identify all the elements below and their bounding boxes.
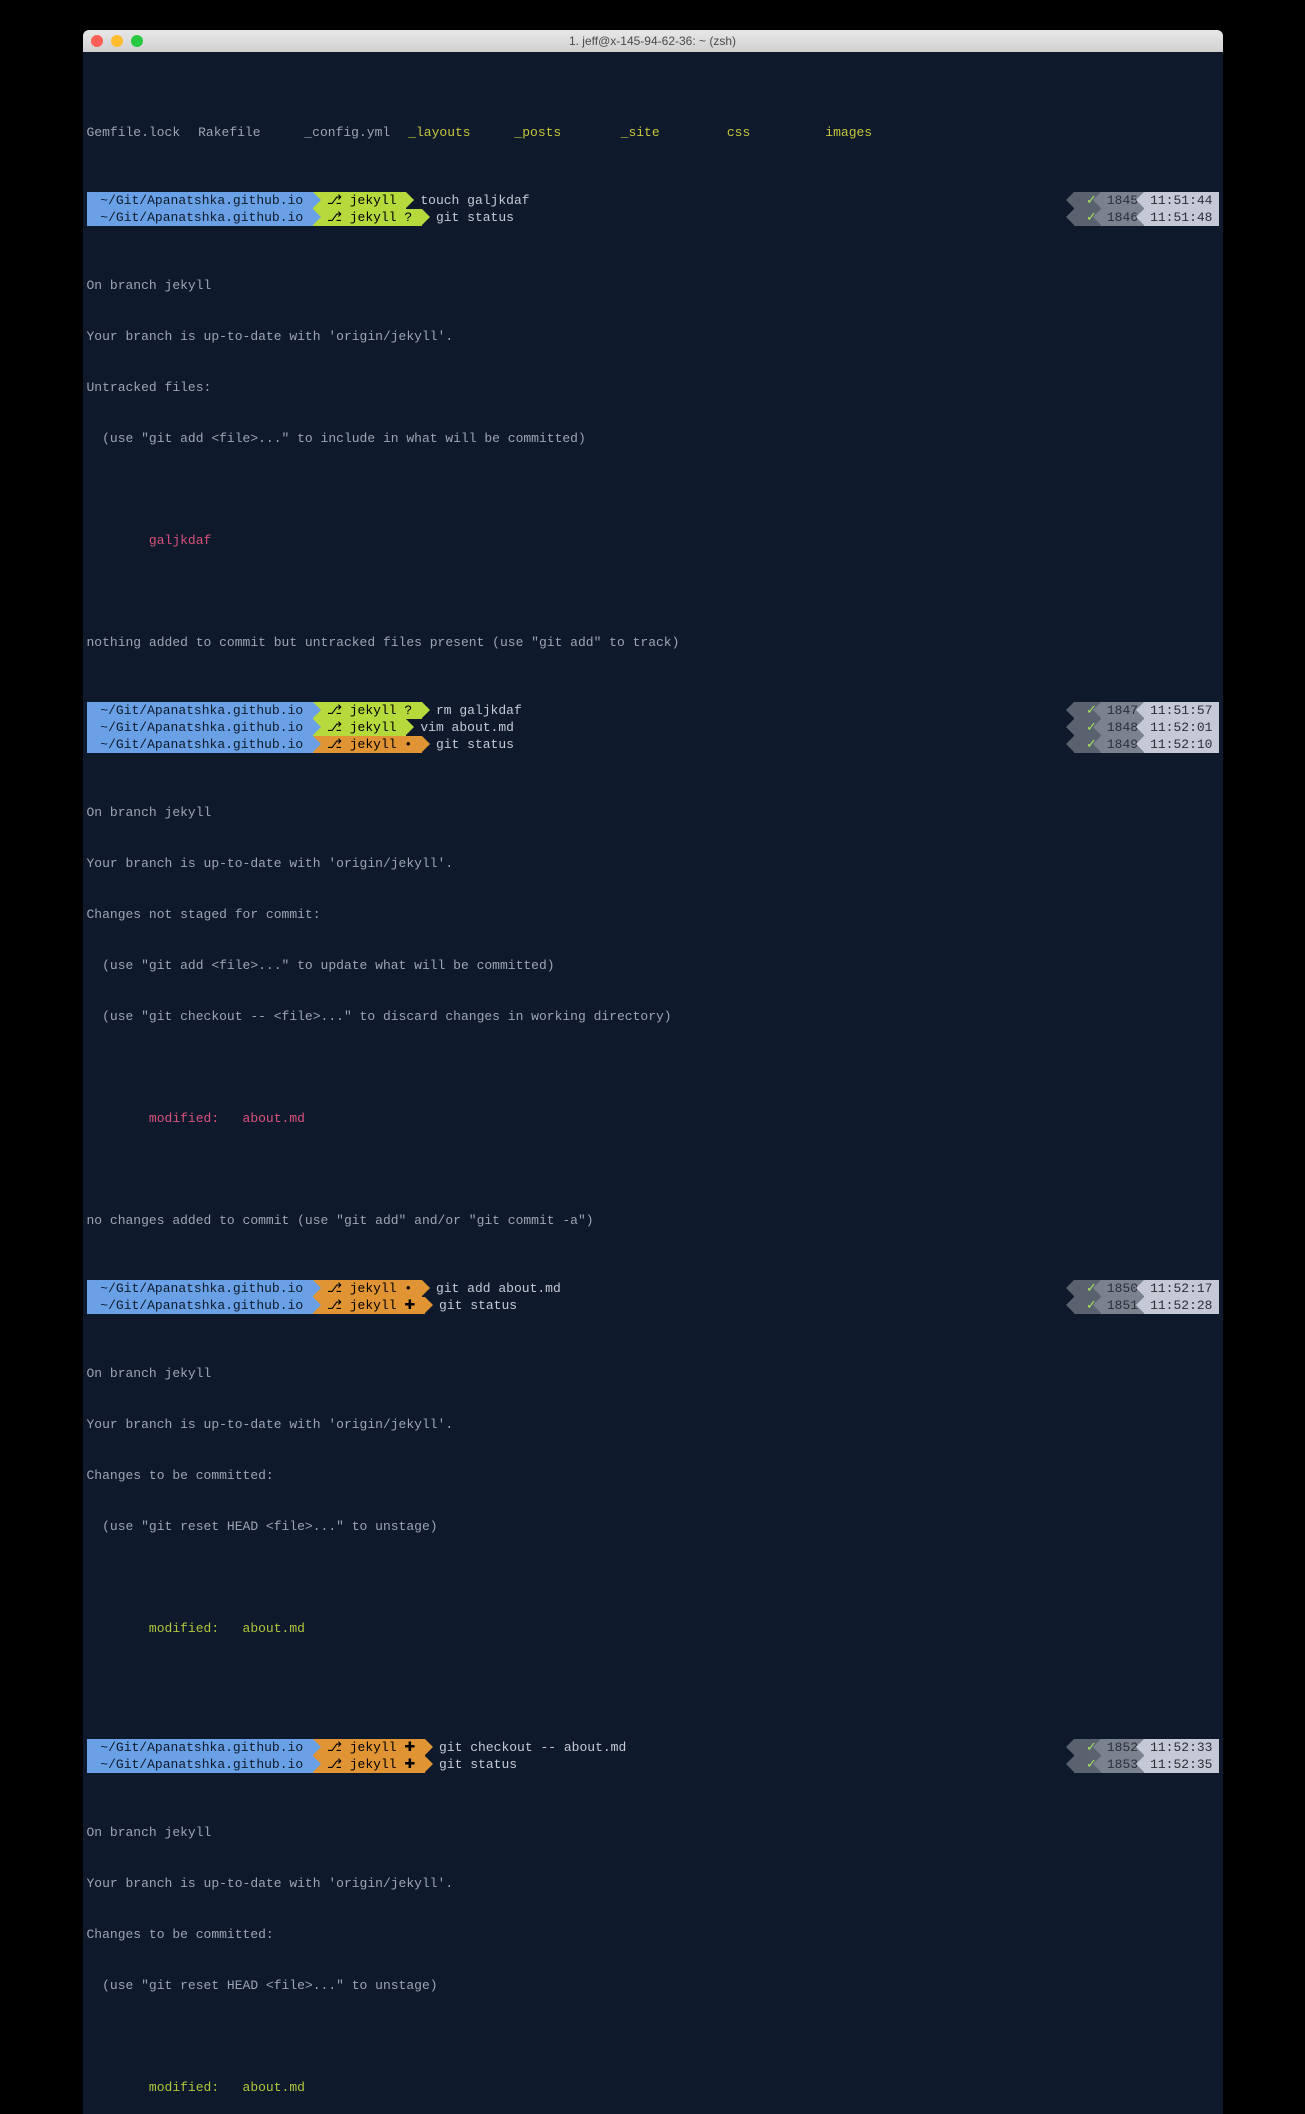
prompt-line: ~/Git/Apanatshka.github.io ⎇ jekyll • gi… <box>83 736 1223 753</box>
prompt-line: ~/Git/Apanatshka.github.io ⎇ jekyll • gi… <box>83 1280 1223 1297</box>
prompt-line: ~/Git/Apanatshka.github.io ⎇ jekyll ? rm… <box>83 702 1223 719</box>
timestamp: 11:51:48 <box>1144 209 1218 226</box>
path-segment: ~/Git/Apanatshka.github.io <box>87 1756 313 1773</box>
output-line: (use "git checkout -- <file>..." to disc… <box>83 1008 1223 1025</box>
timestamp: 11:52:35 <box>1144 1756 1218 1773</box>
path-segment: ~/Git/Apanatshka.github.io <box>87 192 313 209</box>
right-status: ✓185211:52:33 <box>1074 1739 1219 1756</box>
branch-segment: ⎇ jekyll ✚ <box>313 1297 425 1314</box>
command-text: git status <box>425 1297 517 1314</box>
terminal-window: 1. jeff@x-145-94-62-36: ~ (zsh) Gemfile.… <box>83 30 1223 2114</box>
untracked-file: galjkdaf <box>83 532 1223 549</box>
right-status: ✓184511:51:44 <box>1074 192 1219 209</box>
output-line: Changes to be committed: <box>83 1926 1223 1943</box>
output-line <box>83 1059 1223 1076</box>
branch-icon: ⎇ <box>327 1739 350 1756</box>
command-text: vim about.md <box>406 719 514 736</box>
output-line: (use "git reset HEAD <file>..." to unsta… <box>83 1518 1223 1535</box>
branch-segment: ⎇ jekyll ? <box>313 702 422 719</box>
output-line: On branch jekyll <box>83 1824 1223 1841</box>
right-status: ✓185111:52:28 <box>1074 1297 1219 1314</box>
output-line: Your branch is up-to-date with 'origin/j… <box>83 1416 1223 1433</box>
output-line: Changes not staged for commit: <box>83 906 1223 923</box>
branch-icon: ⎇ <box>327 719 350 736</box>
output-line <box>83 1161 1223 1178</box>
staged-file: modified: about.md <box>83 1620 1223 1637</box>
branch-icon: ⎇ <box>327 1297 350 1314</box>
right-status: ✓184711:51:57 <box>1074 702 1219 719</box>
prompt-line: ~/Git/Apanatshka.github.io ⎇ jekyll vim … <box>83 719 1223 736</box>
prompt-line: ~/Git/Apanatshka.github.io ⎇ jekyll ✚ gi… <box>83 1297 1223 1314</box>
timestamp: 11:52:33 <box>1144 1739 1218 1756</box>
branch-icon: ⎇ <box>327 1756 350 1773</box>
right-status: ✓185011:52:17 <box>1074 1280 1219 1297</box>
branch-segment: ⎇ jekyll • <box>313 1280 422 1297</box>
timestamp: 11:52:28 <box>1144 1297 1218 1314</box>
output-line: On branch jekyll <box>83 277 1223 294</box>
prompt-line: ~/Git/Apanatshka.github.io ⎇ jekyll ✚ gi… <box>83 1756 1223 1773</box>
output-line: (use "git add <file>..." to update what … <box>83 957 1223 974</box>
branch-icon: ⎇ <box>327 192 350 209</box>
timestamp: 11:52:10 <box>1144 736 1218 753</box>
output-line <box>83 1671 1223 1688</box>
path-segment: ~/Git/Apanatshka.github.io <box>87 1739 313 1756</box>
titlebar[interactable]: 1. jeff@x-145-94-62-36: ~ (zsh) <box>83 30 1223 52</box>
right-status: ✓185311:52:35 <box>1074 1756 1219 1773</box>
branch-segment: ⎇ jekyll <box>313 719 406 736</box>
command-text: git status <box>425 1756 517 1773</box>
command-text: touch galjkdaf <box>406 192 529 209</box>
staged-file: modified: about.md <box>83 2079 1223 2096</box>
command-text: git add about.md <box>422 1280 561 1297</box>
path-segment: ~/Git/Apanatshka.github.io <box>87 1297 313 1314</box>
timestamp: 11:51:57 <box>1144 702 1218 719</box>
command-text: git status <box>422 736 514 753</box>
output-line: (use "git add <file>..." to include in w… <box>83 430 1223 447</box>
prompt-line: ~/Git/Apanatshka.github.io ⎇ jekyll ✚ gi… <box>83 1739 1223 1756</box>
terminal-content[interactable]: Gemfile.lockRakefile _config.yml_layouts… <box>83 52 1223 2114</box>
output-line: Changes to be committed: <box>83 1467 1223 1484</box>
branch-segment: ⎇ jekyll <box>313 192 406 209</box>
output-line: Your branch is up-to-date with 'origin/j… <box>83 328 1223 345</box>
ls-output: Gemfile.lockRakefile _config.yml_layouts… <box>83 124 1223 141</box>
output-line: (use "git reset HEAD <file>..." to unsta… <box>83 1977 1223 1994</box>
path-segment: ~/Git/Apanatshka.github.io <box>87 702 313 719</box>
output-line: Untracked files: <box>83 379 1223 396</box>
path-segment: ~/Git/Apanatshka.github.io <box>87 1280 313 1297</box>
path-segment: ~/Git/Apanatshka.github.io <box>87 209 313 226</box>
output-line: nothing added to commit but untracked fi… <box>83 634 1223 651</box>
command-text: git status <box>422 209 514 226</box>
output-line: On branch jekyll <box>83 804 1223 821</box>
output-line: Your branch is up-to-date with 'origin/j… <box>83 855 1223 872</box>
output-line <box>83 583 1223 600</box>
right-status: ✓184911:52:10 <box>1074 736 1219 753</box>
output-line <box>83 2028 1223 2045</box>
branch-segment: ⎇ jekyll • <box>313 736 422 753</box>
prompt-line: ~/Git/Apanatshka.github.io ⎇ jekyll ? gi… <box>83 209 1223 226</box>
modified-file: modified: about.md <box>83 1110 1223 1127</box>
timestamp: 11:52:17 <box>1144 1280 1218 1297</box>
right-status: ✓184611:51:48 <box>1074 209 1219 226</box>
window-title: 1. jeff@x-145-94-62-36: ~ (zsh) <box>83 34 1223 48</box>
timestamp: 11:51:44 <box>1144 192 1218 209</box>
output-line: On branch jekyll <box>83 1365 1223 1382</box>
output-line <box>83 1569 1223 1586</box>
path-segment: ~/Git/Apanatshka.github.io <box>87 719 313 736</box>
right-status: ✓184811:52:01 <box>1074 719 1219 736</box>
branch-icon: ⎇ <box>327 702 350 719</box>
command-text: git checkout -- about.md <box>425 1739 626 1756</box>
prompt-line: ~/Git/Apanatshka.github.io ⎇ jekyll touc… <box>83 192 1223 209</box>
output-line: Your branch is up-to-date with 'origin/j… <box>83 1875 1223 1892</box>
branch-icon: ⎇ <box>327 736 350 753</box>
path-segment: ~/Git/Apanatshka.github.io <box>87 736 313 753</box>
command-text: rm galjkdaf <box>422 702 522 719</box>
branch-icon: ⎇ <box>327 209 350 226</box>
output-line: no changes added to commit (use "git add… <box>83 1212 1223 1229</box>
output-line <box>83 481 1223 498</box>
branch-segment: ⎇ jekyll ? <box>313 209 422 226</box>
timestamp: 11:52:01 <box>1144 719 1218 736</box>
branch-segment: ⎇ jekyll ✚ <box>313 1739 425 1756</box>
branch-segment: ⎇ jekyll ✚ <box>313 1756 425 1773</box>
branch-icon: ⎇ <box>327 1280 350 1297</box>
